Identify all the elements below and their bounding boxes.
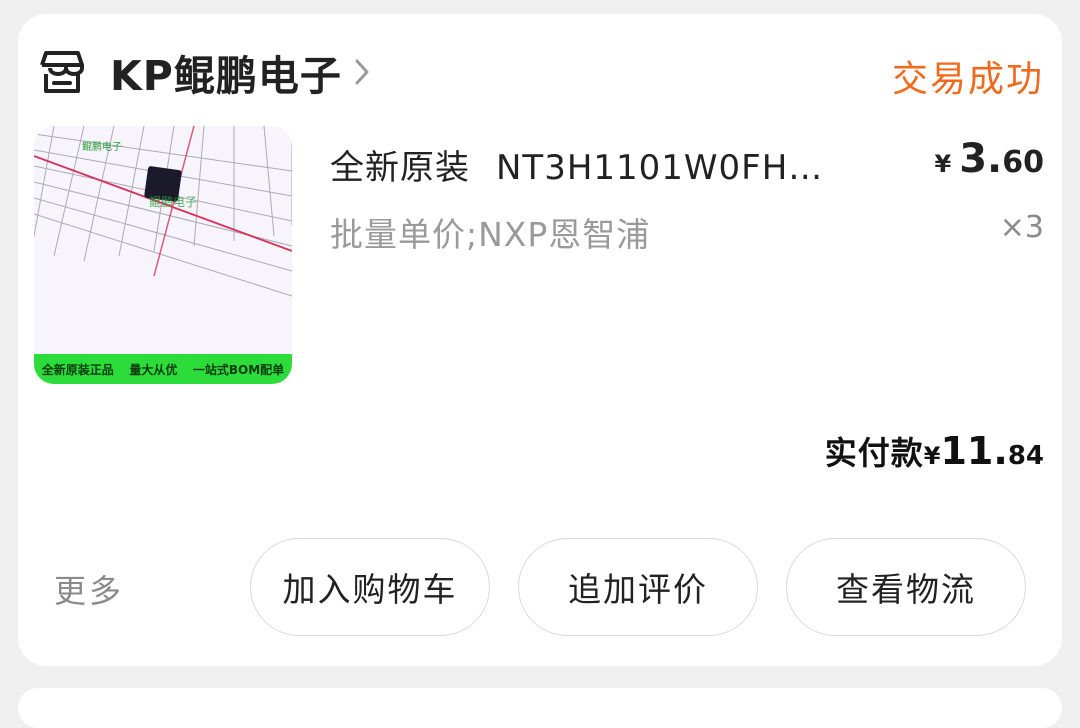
shop-header[interactable]: KP鲲鹏电子 <box>36 38 372 106</box>
add-review-button[interactable]: 追加评价 <box>518 538 758 636</box>
add-to-cart-button[interactable]: 加入购物车 <box>250 538 490 636</box>
product-thumbnail[interactable]: 鲲鹏电子 鲲鹏电子 全新原装正品 量大从优 一站式BOM配单 <box>34 126 292 384</box>
banner-item: 量大从优 <box>129 362 178 377</box>
product-sku: 批量单价;NXP恩智浦 <box>330 215 651 254</box>
store-icon <box>40 51 84 93</box>
amount-paid: 实付款¥11.84 <box>825 428 1044 474</box>
order-status: 交易成功 <box>891 59 1044 100</box>
product-title[interactable]: 全新原装 NT3H1101W0FH… <box>330 140 880 189</box>
thumbnail-grid-image: 鲲鹏电子 鲲鹏电子 <box>34 126 292 297</box>
banner-item: 一站式BOM配单 <box>192 362 285 377</box>
chevron-right-icon <box>355 59 369 85</box>
banner-item: 全新原装正品 <box>41 362 114 377</box>
shop-name[interactable]: KP鲲鹏电子 <box>110 42 342 102</box>
product-title-main: NT3H1101W0FH… <box>496 148 824 188</box>
price-decimal: 60 <box>1002 145 1044 180</box>
unit-price: ¥3.60 <box>935 136 1044 182</box>
more-link[interactable]: 更多 <box>54 566 124 612</box>
price-currency: ¥ <box>934 150 952 178</box>
product-quantity: ×3 <box>999 210 1044 245</box>
price-integer: 3. <box>959 136 1003 182</box>
product-title-prefix: 全新原装 <box>330 148 470 188</box>
amount-decimal: 84 <box>1007 441 1044 471</box>
amount-currency: ¥ <box>923 442 941 470</box>
view-logistics-button[interactable]: 查看物流 <box>786 538 1026 636</box>
next-order-card <box>18 688 1062 728</box>
thumbnail-banner: 全新原装正品 量大从优 一站式BOM配单 <box>34 354 292 384</box>
svg-text:鲲鹏电子: 鲲鹏电子 <box>82 140 122 153</box>
amount-integer: 11. <box>940 429 1008 473</box>
amount-paid-label: 实付款 <box>824 434 924 472</box>
svg-text:鲲鹏电子: 鲲鹏电子 <box>149 195 197 209</box>
